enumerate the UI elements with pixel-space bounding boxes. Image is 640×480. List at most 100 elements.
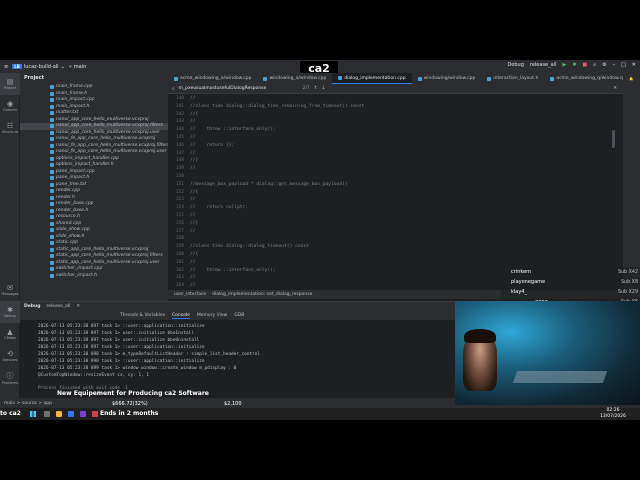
console-line: 2026-07-13 05:23:38 897 task 1> ::user::… — [38, 345, 205, 350]
file-icon — [50, 241, 54, 246]
tree-item[interactable]: switcher_impact.h — [20, 273, 168, 280]
tool-structure[interactable]: ☷ Structure — [0, 117, 20, 139]
file-icon — [50, 156, 54, 161]
file-icon — [50, 150, 54, 155]
tree-item-label: switcher_impact.h — [56, 272, 98, 278]
cpp-file-icon — [417, 76, 422, 81]
code-text: //} — [190, 220, 199, 226]
code-line: 157 // — [168, 228, 618, 236]
file-icon — [50, 202, 54, 207]
maximize-icon[interactable]: □ — [621, 62, 626, 68]
code-text: //} — [190, 158, 199, 164]
prev-match-icon[interactable]: ↑ — [314, 86, 318, 91]
code-text: // — [190, 150, 196, 156]
line-number: 155 — [175, 212, 184, 218]
code-line: 152 //{ — [168, 189, 618, 197]
code-line: 141 //class time dialog::dialog_time_rema… — [168, 103, 618, 111]
close-icon[interactable]: ✕ — [76, 304, 80, 309]
close-icon[interactable]: ✕ — [632, 62, 636, 68]
file-icon — [50, 124, 54, 129]
code-text: // — [190, 119, 196, 125]
close-icon[interactable]: ✕ — [613, 86, 617, 91]
debug-icon[interactable]: ✱ — [572, 62, 576, 68]
code-text: // return {}; — [190, 142, 235, 148]
tab-threads-variables[interactable]: Threads & Variables — [120, 313, 165, 318]
line-number: 156 — [175, 220, 184, 226]
build-config[interactable]: Debug — [507, 62, 523, 68]
editor-scrollbar[interactable] — [612, 130, 615, 148]
minimize-icon[interactable]: – — [613, 62, 616, 68]
cpp-file-icon — [338, 76, 343, 80]
streamer-hair — [464, 329, 496, 343]
editor-tab-label: windowing_a/window.cpp — [269, 76, 327, 81]
stop-icon[interactable]: ■ — [583, 62, 588, 68]
next-match-icon[interactable]: ↓ — [322, 86, 326, 91]
line-number: 145 — [175, 134, 184, 140]
tab-gdb[interactable]: GDB — [234, 313, 244, 318]
editor-tab[interactable]: dialog_implementation.cpp — [332, 73, 412, 84]
console-line: 2026-07-13 05:23:38 897 task 1> user::in… — [38, 338, 200, 343]
code-line: 147 // — [168, 150, 618, 158]
breadcrumb-item[interactable]: user_interface — [174, 292, 206, 297]
tool-debug[interactable]: ✱ Debug — [0, 301, 20, 323]
tool-problems[interactable]: ⓘ Problems — [0, 367, 20, 389]
code-line: 156 //} — [168, 220, 618, 228]
code-editor[interactable]: 140//141//class time dialog::dialog_time… — [168, 95, 618, 290]
code-text: //{ — [190, 111, 199, 117]
file-icon — [50, 254, 54, 259]
editor-tab[interactable]: interaction_layout.h — [481, 73, 544, 84]
editor-tab[interactable]: windowing_a/window.cpp — [257, 73, 332, 84]
run-target[interactable]: release_all — [530, 62, 557, 68]
debug-pane: Debug release_all ✕ Threads & Variables … — [20, 301, 455, 398]
file-icon — [50, 169, 54, 174]
chat-username: crinkem — [511, 269, 532, 276]
project-name: lucaz-build-all — [23, 63, 59, 70]
goal-ends: Ends in 2 months — [100, 410, 159, 417]
main-menu-button[interactable]: ≡ — [4, 64, 8, 70]
branch-selector[interactable]: ⑂ main — [69, 64, 87, 70]
tool-services[interactable]: ⟲ Services — [0, 345, 20, 367]
file-icon — [50, 234, 54, 239]
console-output[interactable]: 2026-07-13 05:23:38 897 task 1> ::user::… — [20, 320, 455, 392]
editor-tab-label: interaction_layout.h — [493, 76, 539, 81]
notifications-icon[interactable]: 🔔 — [623, 77, 640, 81]
chat-event-value: Sub X42 — [617, 269, 638, 275]
debug-title: Debug — [24, 304, 41, 309]
debug-config-tab[interactable]: release_all — [46, 304, 70, 309]
code-line: 160 //{ — [168, 251, 618, 259]
debug-header: Debug release_all ✕ — [20, 302, 455, 311]
run-icon[interactable]: ▶ — [562, 62, 566, 68]
tool-cmake[interactable]: ▲ CMake — [0, 323, 20, 345]
tool-commit[interactable]: ◉ Commit — [0, 95, 20, 117]
tool-project[interactable]: ▤ Project — [0, 73, 20, 95]
editor-tab[interactable]: acme_windowing_q/window.cpp — [544, 73, 623, 84]
tab-memory-view[interactable]: Memory View — [197, 313, 227, 318]
editor-tab[interactable]: windowing/window.cpp — [412, 73, 482, 84]
chat-username: playonegame — [511, 279, 546, 286]
code-line: 143 // — [168, 118, 618, 126]
code-line: 153 // — [168, 196, 618, 204]
line-number: 160 — [175, 251, 184, 257]
editor-tab-label: dialog_implementation.cpp — [344, 75, 406, 81]
tab-console[interactable]: Console — [172, 313, 190, 319]
code-line: 140 // — [168, 95, 618, 103]
code-text: // — [190, 197, 196, 203]
project-selector[interactable]: LB lucaz-build-all ⌄ — [12, 64, 65, 70]
code-text: // throw ::interface_only(); — [190, 127, 276, 133]
search-icon[interactable]: ⌕ — [593, 62, 596, 68]
gear-icon[interactable]: ⚙ — [602, 62, 606, 68]
file-icon — [50, 189, 54, 194]
line-number: 146 — [175, 142, 184, 148]
code-text: // — [190, 134, 196, 140]
tool-messages[interactable]: ✉ Messages — [0, 279, 20, 301]
code-text: // — [190, 96, 196, 101]
file-icon — [50, 137, 54, 142]
find-bar: ⌕ m_pxeusualmostusefulDialogResponse 2/7… — [168, 84, 623, 94]
editor-tab[interactable]: acme_windowing_a/window.cpp — [168, 73, 257, 84]
code-text: // — [190, 228, 196, 234]
line-number: 157 — [175, 228, 184, 234]
breadcrumb-item[interactable]: dialog_implementation::set_dialog_respon… — [212, 292, 312, 297]
cmake-icon: ▲ — [7, 328, 13, 336]
cpp-file-icon — [487, 76, 492, 81]
find-input[interactable]: m_pxeusualmostusefulDialogResponse — [179, 86, 299, 91]
